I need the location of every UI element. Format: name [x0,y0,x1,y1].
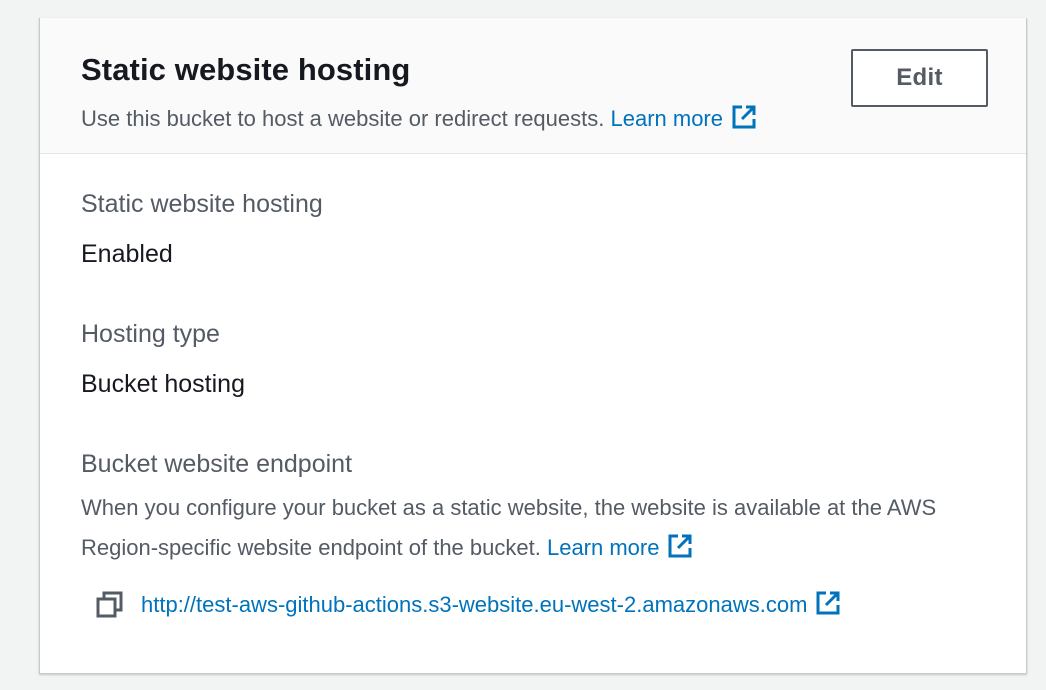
static-hosting-label: Static website hosting [81,190,323,218]
endpoint-url-link[interactable]: http://test-aws-github-actions.s3-websit… [141,590,841,620]
hosting-type-label: Hosting type [81,320,220,348]
endpoint-learn-more-label: Learn more [546,535,660,560]
endpoint-description: When you configure your bucket as a stat… [81,488,1001,568]
endpoint-row: http://test-aws-github-actions.s3-websit… [95,588,841,622]
endpoint-label: Bucket website endpoint [81,450,353,478]
endpoint-learn-more-link[interactable]: Learn more [546,534,694,560]
endpoint-url: http://test-aws-github-actions.s3-websit… [141,592,808,617]
learn-more-label: Learn more [610,106,723,131]
static-website-hosting-panel: Static website hosting Use this bucket t… [39,18,1027,674]
external-link-icon [732,105,756,129]
external-link-icon [668,534,692,558]
static-hosting-value: Enabled [81,240,173,268]
panel-title: Static website hosting [81,52,411,87]
panel-header: Static website hosting Use this bucket t… [40,18,1026,154]
panel-description: Use this bucket to host a website or red… [81,104,757,134]
learn-more-link[interactable]: Learn more [610,105,757,131]
hosting-type-value: Bucket hosting [81,370,245,398]
external-link-icon [816,591,840,615]
edit-button[interactable]: Edit [851,49,988,107]
copy-icon[interactable] [95,590,125,620]
endpoint-description-text: When you configure your bucket as a stat… [81,495,937,560]
panel-description-text: Use this bucket to host a website or red… [81,106,605,131]
